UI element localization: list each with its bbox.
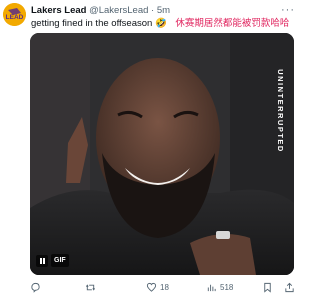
like-count: 18: [160, 282, 169, 292]
tweet-text-en: getting fined in the offseason 🤣: [31, 18, 167, 29]
tweet-header: Lakers Lead @LakersLead · 5m ···: [31, 4, 297, 18]
views-button[interactable]: 518: [206, 280, 233, 294]
pause-icon[interactable]: [36, 254, 48, 267]
separator-dot: ·: [151, 5, 155, 16]
views-count: 518: [220, 282, 234, 292]
retweet-button[interactable]: [85, 280, 99, 294]
tweet-text-cn: 休赛期居然都能被罚款哈哈: [175, 18, 290, 29]
bookmark-icon: [264, 282, 271, 293]
gif-media[interactable]: UNINTERRUPTED GIF: [30, 33, 294, 275]
like-button[interactable]: 18: [146, 280, 169, 294]
tweet-text: getting fined in the offseason 🤣 休赛期居然都能…: [31, 17, 297, 31]
more-options-icon[interactable]: ···: [281, 3, 295, 17]
author-name[interactable]: Lakers Lead: [31, 5, 86, 16]
author-handle[interactable]: @LakersLead: [89, 5, 148, 16]
reply-button[interactable]: [30, 280, 44, 294]
gif-controls: GIF: [36, 254, 69, 267]
action-bar: 18 518: [30, 280, 296, 294]
avatar[interactable]: LEAD: [3, 3, 26, 26]
gif-frame-image: UNINTERRUPTED: [30, 33, 294, 275]
reply-icon: [31, 282, 40, 293]
avatar-label: LEAD: [6, 14, 24, 21]
views-chart-icon: [207, 284, 216, 291]
share-icon: [285, 282, 294, 292]
share-button[interactable]: [284, 280, 295, 294]
retweet-icon: [85, 283, 96, 291]
timestamp[interactable]: 5m: [157, 5, 170, 16]
watermark: UNINTERRUPTED: [276, 69, 285, 153]
gif-badge: GIF: [51, 254, 69, 267]
bookmark-button[interactable]: [262, 280, 273, 294]
heart-icon: [146, 282, 157, 292]
